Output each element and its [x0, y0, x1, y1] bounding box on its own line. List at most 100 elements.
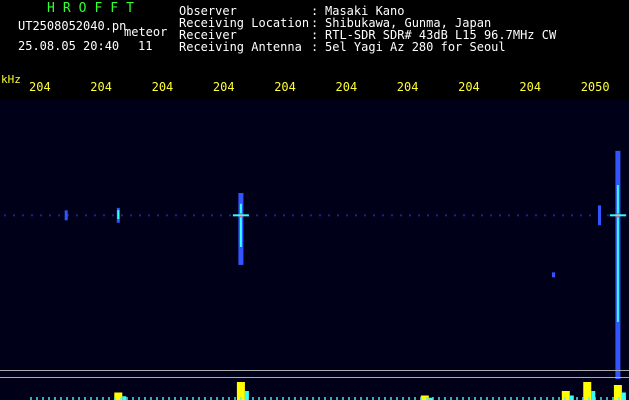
- carrier-noise-dot: [553, 214, 555, 217]
- x-tick-label: 204: [274, 80, 296, 94]
- carrier-noise-dot: [499, 214, 501, 217]
- histogram-bar: [583, 382, 592, 400]
- carrier-noise-dot: [337, 214, 339, 217]
- carrier-noise-dot: [364, 214, 366, 217]
- info-separator: :: [311, 40, 319, 54]
- meteor-echo-head: [232, 214, 249, 217]
- carrier-noise-dot: [481, 214, 483, 217]
- carrier-noise-dot: [139, 214, 141, 217]
- carrier-noise-dot: [445, 214, 447, 217]
- carrier-noise-dot: [508, 214, 510, 217]
- info-row-antenna: Receiving Antenna : 5el Yagi Az 280 for …: [179, 41, 556, 53]
- carrier-noise-dot: [130, 214, 132, 217]
- carrier-noise-dot: [193, 214, 195, 217]
- carrier-noise-dot: [589, 214, 591, 217]
- carrier-noise-dot: [76, 214, 78, 217]
- app-brand: HROFFT: [47, 1, 142, 16]
- meteor-echo-head: [609, 214, 626, 217]
- carrier-noise-dot: [571, 214, 573, 217]
- histogram-top-line: [0, 370, 629, 371]
- carrier-noise-dot: [400, 214, 402, 217]
- carrier-noise-dot: [31, 214, 33, 217]
- spectrogram: [0, 100, 629, 400]
- x-tick-label: 204: [212, 80, 235, 94]
- carrier-noise-dot: [58, 214, 60, 217]
- y-axis-unit: kHz: [1, 73, 21, 86]
- info-key: Receiving Antenna: [179, 40, 302, 54]
- carrier-noise-dot: [13, 214, 15, 217]
- x-tick-label: 204: [90, 80, 112, 94]
- carrier-noise-dot: [121, 214, 123, 217]
- carrier-noise-dot: [175, 214, 177, 217]
- carrier-noise-dot: [580, 214, 582, 217]
- carrier-noise-dot: [157, 214, 159, 217]
- carrier-noise-dot: [40, 214, 42, 217]
- carrier-noise-dot: [409, 214, 411, 217]
- carrier-noise-dot: [346, 214, 348, 217]
- carrier-noise-dot: [148, 214, 150, 217]
- carrier-noise-dot: [202, 214, 204, 217]
- carrier-noise-dot: [166, 214, 168, 217]
- file-name: UT2508052040.pn: [18, 19, 127, 33]
- carrier-noise-dot: [85, 214, 87, 217]
- hrofft-window: HROFFT UT2508052040.pn meteor 25.08.05 2…: [0, 0, 629, 400]
- meteor-echo-core: [616, 185, 619, 322]
- carrier-noise-dot: [94, 214, 96, 217]
- timestamp: 25.08.05 20:40: [18, 39, 120, 53]
- carrier-noise-dot: [220, 214, 222, 217]
- spectrogram-background: [0, 100, 629, 400]
- carrier-noise-dot: [310, 214, 312, 217]
- x-tick-label: 204: [396, 80, 419, 94]
- meteor-echo-trace: [64, 210, 68, 221]
- meteor-echo-trace: [598, 205, 602, 226]
- meteor-echo-trace: [552, 272, 556, 278]
- meteor-count: 11: [138, 39, 153, 53]
- carrier-noise-dot: [292, 214, 294, 217]
- carrier-noise-dot: [427, 214, 429, 217]
- carrier-noise-dot: [103, 214, 105, 217]
- carrier-noise-dot: [328, 214, 330, 217]
- station-info: Observer : Masaki Kano Receiving Locatio…: [179, 5, 556, 53]
- x-tick-label: 204: [29, 80, 51, 94]
- carrier-noise-dot: [274, 214, 276, 217]
- carrier-noise-dot: [319, 214, 321, 217]
- x-tick-label: 204: [151, 80, 174, 94]
- histogram-threshold-line: [0, 377, 629, 378]
- carrier-noise-dot: [562, 214, 564, 217]
- carrier-noise-dot: [517, 214, 519, 217]
- carrier-noise-dot: [373, 214, 375, 217]
- carrier-noise-dot: [211, 214, 213, 217]
- info-value: 5el Yagi Az 280 for Seoul: [325, 40, 506, 54]
- carrier-noise-dot: [49, 214, 51, 217]
- histogram-bar: [613, 385, 622, 400]
- carrier-noise-dot: [112, 214, 114, 217]
- x-tick-label: 2050: [580, 80, 610, 94]
- detection-tag: meteor: [124, 25, 168, 39]
- carrier-noise-dot: [526, 214, 528, 217]
- x-tick-label: 204: [335, 80, 358, 94]
- carrier-noise-dot: [256, 214, 258, 217]
- carrier-noise-dot: [301, 214, 303, 217]
- carrier-noise-dot: [436, 214, 438, 217]
- x-tick-label: 204: [458, 80, 480, 94]
- carrier-noise-dot: [22, 214, 24, 217]
- meteor-echo-core: [239, 203, 242, 247]
- carrier-noise-dot: [229, 214, 231, 217]
- carrier-noise-dot: [535, 214, 537, 217]
- carrier-noise-dot: [607, 214, 609, 217]
- carrier-noise-dot: [184, 214, 186, 217]
- carrier-noise-dot: [391, 214, 393, 217]
- carrier-noise-dot: [382, 214, 384, 217]
- carrier-noise-dot: [490, 214, 492, 217]
- carrier-noise-dot: [355, 214, 357, 217]
- carrier-noise-dot: [472, 214, 474, 217]
- carrier-noise-dot: [544, 214, 546, 217]
- carrier-noise-dot: [454, 214, 456, 217]
- meteor-echo-core: [117, 210, 120, 220]
- carrier-noise-dot: [4, 214, 6, 217]
- carrier-noise-dot: [265, 214, 267, 217]
- histogram-bar-secondary: [122, 396, 127, 400]
- x-tick-label: 204: [519, 80, 542, 94]
- carrier-noise-dot: [418, 214, 420, 217]
- carrier-noise-dot: [463, 214, 465, 217]
